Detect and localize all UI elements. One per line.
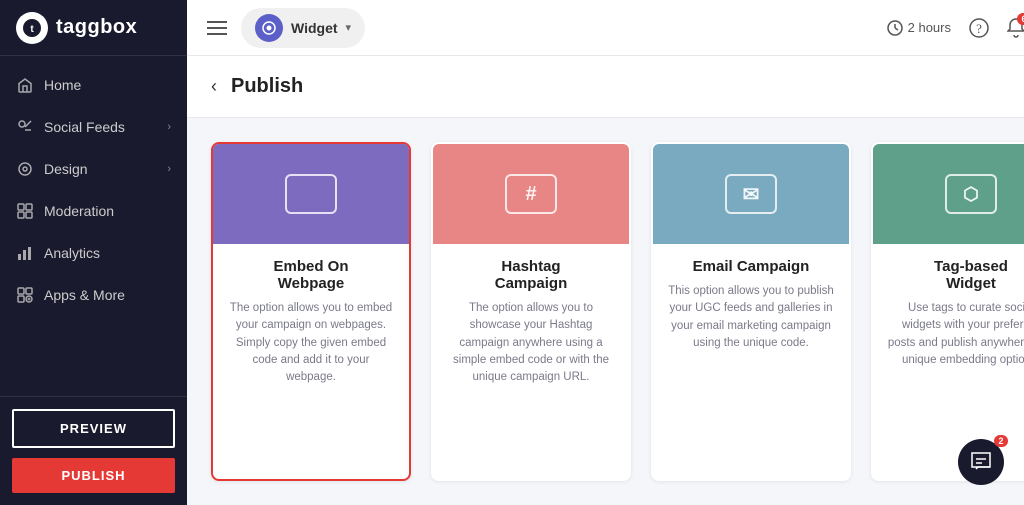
sidebar-logo: t taggbox — [0, 0, 187, 56]
card-body-hashtag: HashtagCampaign The option allows you to… — [433, 244, 629, 402]
publish-card-email[interactable]: ✉ Email Campaign This option allows you … — [651, 142, 851, 481]
notification-icon[interactable]: 6 — [1007, 18, 1024, 38]
card-icon-embed — [285, 174, 337, 214]
panel-title: Publish — [231, 75, 1024, 98]
card-icon-area-email: ✉ — [653, 144, 849, 244]
publish-button[interactable]: PUBLISH — [12, 458, 175, 493]
social-feeds-chevron-icon: › — [167, 121, 171, 133]
card-icon-area-embed — [213, 144, 409, 244]
widget-dropdown-icon: ▾ — [346, 21, 352, 34]
sidebar-nav: Home Social Feeds › Design › — [0, 56, 187, 396]
design-chevron-icon: › — [167, 163, 171, 175]
chat-badge: 2 — [994, 435, 1008, 447]
sidebar-item-design[interactable]: Design › — [0, 148, 187, 190]
sidebar-item-apps-more-label: Apps & More — [44, 287, 125, 303]
main-area: Widget ▾ 2 hours ? — [187, 0, 1024, 505]
logo-text: taggbox — [56, 16, 137, 39]
publish-card-hashtag[interactable]: # HashtagCampaign The option allows you … — [431, 142, 631, 481]
social-feeds-icon — [16, 118, 34, 136]
sidebar-item-analytics-label: Analytics — [44, 245, 100, 261]
sidebar-item-social-feeds[interactable]: Social Feeds › — [0, 106, 187, 148]
panel-header: ‹ Publish ✕ — [187, 56, 1024, 118]
card-icon-area-hashtag: # — [433, 144, 629, 244]
topbar-time: 2 hours — [887, 20, 951, 36]
card-title-embed: Embed OnWebpage — [227, 258, 395, 292]
card-title-hashtag: HashtagCampaign — [447, 258, 615, 292]
card-body-embed: Embed OnWebpage The option allows you to… — [213, 244, 409, 402]
sidebar-item-apps-more[interactable]: Apps & More — [0, 274, 187, 316]
topbar-right: 2 hours ? 6 — [887, 12, 1024, 44]
preview-button[interactable]: PREVIEW — [12, 409, 175, 448]
card-desc-embed: The option allows you to embed your camp… — [227, 300, 395, 386]
topbar: Widget ▾ 2 hours ? — [187, 0, 1024, 56]
help-icon[interactable]: ? — [969, 18, 989, 38]
sidebar-item-analytics[interactable]: Analytics — [0, 232, 187, 274]
svg-text:?: ? — [976, 21, 982, 36]
moderation-icon — [16, 202, 34, 220]
sidebar-item-moderation-label: Moderation — [44, 203, 114, 219]
sidebar-footer: PREVIEW PUBLISH — [0, 396, 187, 505]
sidebar: t taggbox Home Social Feeds — [0, 0, 187, 505]
logo-icon: t — [16, 12, 48, 44]
card-desc-tagbased: Use tags to curate social widgets with y… — [887, 300, 1024, 369]
time-label: 2 hours — [908, 20, 951, 35]
card-desc-hashtag: The option allows you to showcase your H… — [447, 300, 615, 386]
sidebar-item-home-label: Home — [44, 77, 81, 93]
card-body-email: Email Campaign This option allows you to… — [653, 244, 849, 368]
cards-container: Embed OnWebpage The option allows you to… — [187, 118, 1024, 505]
card-icon-hashtag: # — [505, 174, 557, 214]
card-icon-tagbased: ⬡ — [945, 174, 997, 214]
card-icon-email: ✉ — [725, 174, 777, 214]
sidebar-item-design-label: Design — [44, 161, 88, 177]
card-desc-email: This option allows you to publish your U… — [667, 283, 835, 352]
design-icon — [16, 160, 34, 178]
chat-widget[interactable]: 2 — [958, 439, 1004, 485]
card-title-email: Email Campaign — [667, 258, 835, 275]
widget-label: Widget — [291, 20, 338, 36]
apps-more-icon — [16, 286, 34, 304]
sidebar-item-moderation[interactable]: Moderation — [0, 190, 187, 232]
menu-icon[interactable] — [207, 20, 227, 36]
publish-card-embed[interactable]: Embed OnWebpage The option allows you to… — [211, 142, 411, 481]
card-title-tagbased: Tag-basedWidget — [887, 258, 1024, 292]
back-button[interactable]: ‹ — [211, 76, 217, 97]
sidebar-item-social-feeds-label: Social Feeds — [44, 119, 125, 135]
content-panel: ‹ Publish ✕ Embed OnWebpage The option a… — [187, 56, 1024, 505]
card-body-tagbased: Tag-basedWidget Use tags to curate socia… — [873, 244, 1024, 385]
analytics-icon — [16, 244, 34, 262]
widget-icon — [255, 14, 283, 42]
widget-selector[interactable]: Widget ▾ — [241, 8, 365, 48]
sidebar-item-home[interactable]: Home — [0, 64, 187, 106]
card-icon-area-tagbased: ⬡ — [873, 144, 1024, 244]
home-icon — [16, 76, 34, 94]
notification-badge: 6 — [1017, 13, 1024, 25]
publish-card-tagbased[interactable]: ⬡ Tag-basedWidget Use tags to curate soc… — [871, 142, 1024, 481]
